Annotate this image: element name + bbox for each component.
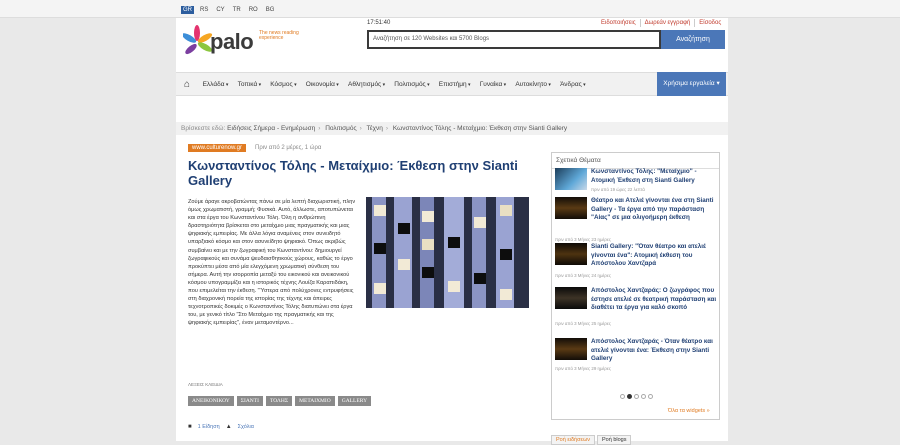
breadcrumb-label: Βρίσκεστε εδώ:	[181, 125, 226, 132]
nav-item-sports[interactable]: Αθλητισμός	[343, 81, 389, 88]
language-switcher: GR RS CY TR RO BG	[181, 6, 276, 14]
breadcrumb-item[interactable]: Ειδήσεις Σήμερα - Ενημέρωση	[227, 125, 315, 132]
related-date: πριν από 3 Μήνες 29 ημέρες	[555, 366, 611, 371]
breadcrumb-item[interactable]: Τέχνη	[366, 125, 382, 132]
carousel-dot[interactable]	[648, 394, 653, 399]
related-thumbnail	[555, 197, 587, 219]
related-heading: Σχετικά Θέματα	[552, 153, 719, 169]
nav-item-world[interactable]: Κόσμος	[266, 81, 301, 88]
related-item[interactable]: Κωνσταντίνος Τόλης: "Μεταίχμιο" - Ατομικ…	[555, 168, 717, 194]
lang-bg[interactable]: BG	[264, 6, 277, 14]
lang-ro[interactable]: RO	[247, 6, 260, 14]
related-title[interactable]: Sianti Gallery: "Όταν θέατρο και ατελιέ …	[591, 243, 717, 269]
top-bar: GR RS CY TR RO BG	[0, 0, 900, 18]
tag-list: ΑΝΕΙΚΟΝΙΚΟΥ ΣΙΑΝΤΙ ΤΟΛΗΣ ΜΕΤΑΙΧΜΙΟ GALLE…	[188, 396, 372, 406]
nav-item-economy[interactable]: Οικονομία	[301, 81, 343, 88]
article-footer: ■ 1 Είδηση ▲ Σχόλια	[188, 424, 254, 430]
related-item[interactable]: Θέατρο και Ατελιέ γίνονται ένα στη Siant…	[555, 197, 717, 243]
related-title[interactable]: Απόστολος Χαντζαράς: Ο ζωγράφος που έστη…	[591, 287, 717, 313]
related-item[interactable]: Απόστολος Χαντζαράς - Όταν θέατρο και ατ…	[555, 338, 717, 372]
article-title[interactable]: Κωνσταντίνος Τόλης - Μεταίχμιο: Έκθεση σ…	[188, 158, 528, 188]
related-date: πριν από 3 Μήνες 23 ημέρες	[555, 237, 611, 242]
related-thumbnail	[555, 287, 587, 309]
related-thumbnail	[555, 243, 587, 265]
tab-blogs-feed[interactable]: Ροή blogs	[597, 435, 632, 445]
tag-item[interactable]: GALLERY	[337, 396, 372, 406]
related-item[interactable]: Απόστολος Χαντζαράς: Ο ζωγράφος που έστη…	[555, 287, 717, 333]
related-title[interactable]: Θέατρο και Ατελιέ γίνονται ένα στη Siant…	[591, 197, 717, 223]
related-date: πριν από 3 Μήνες 25 ημέρες	[555, 321, 611, 326]
main-nav: ⌂ Ελλάδα Τοπικά Κόσμος Οικονομία Αθλητισ…	[176, 72, 728, 96]
register-link[interactable]: Δωρεάν εγγραφή	[639, 19, 695, 27]
home-icon[interactable]: ⌂	[176, 79, 198, 90]
related-date: πριν από 19 ώρες 22 λεπτά	[591, 187, 645, 192]
carousel-dots	[620, 394, 653, 399]
lang-tr[interactable]: TR	[231, 6, 243, 14]
clock: 17:51:40	[367, 20, 391, 26]
tag-item[interactable]: ΤΟΛΗΣ	[265, 396, 293, 406]
tools-dropdown[interactable]: Χρήσιμα εργαλεία ▾	[657, 72, 726, 96]
breadcrumb: Βρίσκεστε εδώ: Ειδήσεις Σήμερα - Ενημέρω…	[176, 122, 728, 135]
carousel-dot[interactable]	[634, 394, 639, 399]
tag-item[interactable]: ΜΕΤΑΙΧΜΙΟ	[295, 396, 335, 406]
related-item[interactable]: Sianti Gallery: "Όταν θέατρο και ατελιέ …	[555, 243, 717, 279]
breadcrumb-item[interactable]: Πολιτισμός	[325, 125, 356, 132]
lang-cy[interactable]: CY	[214, 6, 226, 14]
search-button[interactable]: Αναζήτηση	[661, 30, 725, 49]
notifications-link[interactable]: Ειδοποιήσεις	[597, 19, 640, 27]
breadcrumb-current: Κωνσταντίνος Τόλης - Μεταίχμιο: Έκθεση σ…	[392, 125, 568, 132]
comments-link[interactable]: Σχόλια	[238, 424, 254, 430]
related-title[interactable]: Απόστολος Χαντζαράς - Όταν θέατρο και ατ…	[591, 338, 717, 364]
feed-tabs: Ροή ειδήσεων Ροή blogs	[551, 435, 632, 445]
source-badge[interactable]: www.culturenow.gr	[188, 144, 247, 152]
tag-item[interactable]: ΑΝΕΙΚΟΝΙΚΟΥ	[188, 396, 234, 406]
nav-item-greece[interactable]: Ελλάδα	[198, 81, 233, 88]
nav-item-culture[interactable]: Πολιτισμός	[390, 81, 435, 88]
carousel-dot[interactable]	[620, 394, 625, 399]
keywords-label: ΛΕΞΕΙΣ ΚΛΕΙΔΙΑ	[188, 382, 223, 387]
carousel-dot[interactable]	[641, 394, 646, 399]
lang-gr[interactable]: GR	[181, 6, 194, 14]
article-time: Πριν από 2 μέρες, 1 ώρα	[255, 145, 322, 151]
nav-item-man[interactable]: Άνδρας	[555, 81, 590, 88]
related-thumbnail	[555, 338, 587, 360]
related-date: πριν από 3 Μήνες 24 ημέρες	[555, 273, 611, 278]
related-title[interactable]: Κωνσταντίνος Τόλης: "Μεταίχμιο" - Ατομικ…	[591, 168, 717, 185]
carousel-dot[interactable]	[627, 394, 632, 399]
nav-item-car[interactable]: Αυτοκίνητο	[511, 81, 556, 88]
login-link[interactable]: Είσοδος	[694, 19, 725, 27]
news-icon: ■	[188, 424, 192, 430]
tab-news-feed[interactable]: Ροή ειδήσεων	[551, 435, 595, 445]
article-image[interactable]	[366, 197, 529, 308]
related-thumbnail	[555, 168, 587, 190]
top-links: Ειδοποιήσεις Δωρεάν εγγραφή Είσοδος	[597, 19, 725, 27]
logo-text: palo	[210, 29, 254, 54]
nav-item-science[interactable]: Επιστήμη	[434, 81, 475, 88]
nav-item-woman[interactable]: Γυναίκα	[475, 81, 511, 88]
lang-rs[interactable]: RS	[198, 6, 210, 14]
all-widgets-link[interactable]: Όλα τα widgets »	[668, 408, 710, 414]
search-input[interactable]: Αναζήτηση σε 120 Websites και 5700 Blogs	[367, 30, 661, 49]
tag-item[interactable]: ΣΙΑΝΤΙ	[236, 396, 263, 406]
comment-icon: ▲	[225, 424, 232, 430]
logo-tagline: The news reading experience	[259, 30, 299, 41]
tools-label: Χρήσιμα εργαλεία	[663, 80, 715, 87]
views-link[interactable]: 1 Είδηση	[198, 424, 220, 430]
nav-item-local[interactable]: Τοπικά	[233, 81, 266, 88]
article-body: Ζούμε άραγε ακροβατώντας πάνω σε μία λεπ…	[188, 199, 356, 327]
